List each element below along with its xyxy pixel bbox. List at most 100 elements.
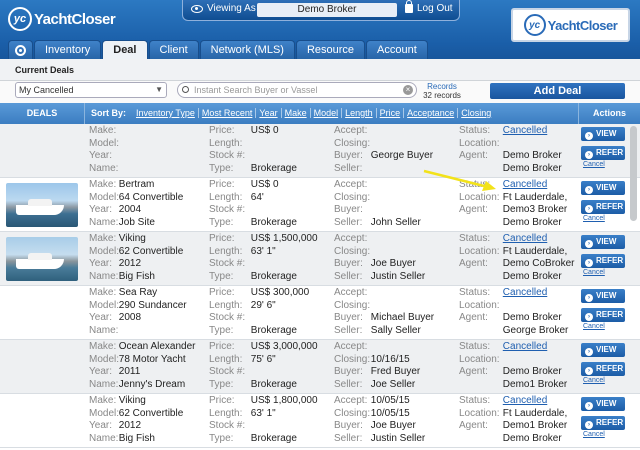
refer-button[interactable]: › REFER xyxy=(581,416,625,430)
scrollbar[interactable] xyxy=(630,126,637,221)
status-link[interactable]: Cancelled xyxy=(503,179,547,190)
sort-acceptance[interactable]: Acceptance xyxy=(404,108,459,118)
current-deals-link[interactable]: Current Deals xyxy=(15,65,74,75)
parties-info: Accept: Closing: Buyer: Joe Buyer Seller… xyxy=(334,233,426,282)
status-link[interactable]: Cancelled xyxy=(503,125,547,136)
cancel-link[interactable]: Cancel xyxy=(581,323,625,330)
vessel-info: Make: Model: Year: Name: xyxy=(89,125,120,174)
arrow-icon: › xyxy=(585,294,593,302)
arrow-icon: › xyxy=(585,240,593,248)
parties-info: Accept: Closing: Buyer: Seller: John Sel… xyxy=(334,179,421,228)
price-info: Price: US$ 1,800,000 Length: 63' 1" Stoc… xyxy=(209,395,318,444)
sort-closing[interactable]: Closing xyxy=(458,108,494,118)
row-actions: › VIEW › REFER Cancel xyxy=(581,397,625,438)
cancel-link[interactable]: Cancel xyxy=(581,431,625,438)
cancel-link[interactable]: Cancel xyxy=(581,161,625,168)
sub-nav: Current Deals xyxy=(0,59,640,81)
price-info: Price: US$ 300,000 Length: 29' 6" Stock … xyxy=(209,287,310,336)
refer-button[interactable]: › REFER xyxy=(581,308,625,322)
refer-button[interactable]: › REFER xyxy=(581,146,625,160)
view-button[interactable]: › VIEW xyxy=(581,127,625,141)
ship-wheel-icon xyxy=(15,44,26,56)
brand-text: YachtCloser xyxy=(547,17,618,33)
main-tabs: Inventory Deal Client Network (MLS) Reso… xyxy=(8,40,429,59)
yacht-photo[interactable] xyxy=(6,237,78,281)
deals-header: DEALS Sort By: Inventory Type Most Recen… xyxy=(0,103,640,124)
yacht-photo[interactable] xyxy=(6,183,78,227)
status-link[interactable]: Cancelled xyxy=(503,233,547,244)
sort-most-recent[interactable]: Most Recent xyxy=(199,108,257,118)
tab-deal[interactable]: Deal xyxy=(102,40,148,59)
arrow-icon: › xyxy=(585,313,593,321)
records-count: Records 32 records xyxy=(420,82,464,100)
search-icon xyxy=(182,86,189,93)
boat-image xyxy=(16,199,64,215)
tab-client[interactable]: Client xyxy=(148,40,199,59)
clear-icon[interactable]: × xyxy=(403,85,413,95)
status-link[interactable]: Cancelled xyxy=(503,395,547,406)
row-actions: › VIEW › REFER Cancel xyxy=(581,343,625,384)
view-button[interactable]: › VIEW xyxy=(581,397,625,411)
search-input[interactable]: Instant Search Buyer or Vassel × xyxy=(177,82,417,98)
tab-home[interactable] xyxy=(8,40,33,59)
search-placeholder: Instant Search Buyer or Vassel xyxy=(194,85,318,95)
status-info: Status: Cancelled Location: Agent: Demo … xyxy=(459,341,568,390)
arrow-icon: › xyxy=(585,151,593,159)
parties-info: Accept: Closing: Buyer: Michael Buyer Se… xyxy=(334,287,435,336)
price-info: Price: US$ 1,500,000 Length: 63' 1" Stoc… xyxy=(209,233,318,282)
viewing-as-label: Viewing As xyxy=(207,3,256,14)
price-info: Price: US$ 3,000,000 Length: 75' 6" Stoc… xyxy=(209,341,318,390)
deal-toolbar: My Cancelled ▼ Instant Search Buyer or V… xyxy=(0,81,640,103)
annotation-arrow xyxy=(423,169,496,191)
parties-info: Accept: Closing: Buyer: George Buyer Sel… xyxy=(334,125,434,174)
view-button[interactable]: › VIEW xyxy=(581,181,625,195)
cancel-link[interactable]: Cancel xyxy=(581,377,625,384)
arrow-icon: › xyxy=(585,186,593,194)
tab-resource[interactable]: Resource xyxy=(295,40,366,59)
tab-account[interactable]: Account xyxy=(366,40,428,59)
sort-price[interactable]: Price xyxy=(377,108,405,118)
viewing-broker-field[interactable]: Demo Broker xyxy=(257,3,397,17)
status-link[interactable]: Cancelled xyxy=(503,287,547,298)
vessel-info: Make: Ocean Alexander Model: 78 Motor Ya… xyxy=(89,341,196,390)
app-logo[interactable]: yc YachtCloser xyxy=(8,7,116,31)
status-link[interactable]: Cancelled xyxy=(503,341,547,352)
vessel-info: Make: Sea Ray Model: 290 Sundancer Year:… xyxy=(89,287,187,336)
records-total: 32 records xyxy=(423,91,461,100)
view-button[interactable]: › VIEW xyxy=(581,343,625,357)
sort-make[interactable]: Make xyxy=(282,108,311,118)
deal-filter-select[interactable]: My Cancelled ▼ xyxy=(15,82,167,98)
arrow-icon: › xyxy=(585,402,593,410)
tab-inventory[interactable]: Inventory xyxy=(34,40,102,59)
logout-button[interactable]: Log Out xyxy=(405,0,453,14)
sort-length[interactable]: Length xyxy=(342,108,377,118)
sort-model[interactable]: Model xyxy=(311,108,343,118)
viewing-as-button[interactable]: Viewing As xyxy=(191,3,256,14)
lock-icon xyxy=(405,0,413,13)
row-actions: › VIEW › REFER Cancel xyxy=(581,181,625,222)
sort-inventory-type[interactable]: Inventory Type xyxy=(133,108,199,118)
arrow-icon: › xyxy=(585,132,593,140)
refer-button[interactable]: › REFER xyxy=(581,254,625,268)
deal-row: Make: Sea Ray Model: 290 Sundancer Year:… xyxy=(0,286,640,340)
app-root: yc YachtCloser Viewing As Demo Broker Lo… xyxy=(0,0,640,450)
arrow-icon: › xyxy=(585,259,593,267)
brand-logo: yc YachtCloser xyxy=(511,8,630,42)
refer-button[interactable]: › REFER xyxy=(581,362,625,376)
vessel-info: Make: Viking Model: 62 Convertible Year:… xyxy=(89,395,184,444)
parties-info: Accept: 10/05/15 Closing: 10/05/15 Buyer… xyxy=(334,395,426,444)
deal-row: Make: Viking Model: 62 Convertible Year:… xyxy=(0,232,640,286)
view-button[interactable]: › VIEW xyxy=(581,235,625,249)
refer-button[interactable]: › REFER xyxy=(581,200,625,214)
cancel-link[interactable]: Cancel xyxy=(581,269,625,276)
viewing-as-bar: Viewing As Demo Broker Log Out xyxy=(182,0,460,21)
view-button[interactable]: › VIEW xyxy=(581,289,625,303)
sort-year[interactable]: Year xyxy=(256,108,282,118)
add-deal-button[interactable]: Add Deal xyxy=(490,83,625,99)
tab-network[interactable]: Network (MLS) xyxy=(199,40,295,59)
parties-info: Accept: Closing: 10/16/15 Buyer: Fred Bu… xyxy=(334,341,421,390)
cancel-link[interactable]: Cancel xyxy=(581,215,625,222)
status-info: Status: Cancelled Location: Agent: Demo … xyxy=(459,287,569,336)
eye-icon xyxy=(191,4,203,13)
yc-brand-icon: yc xyxy=(523,14,546,36)
